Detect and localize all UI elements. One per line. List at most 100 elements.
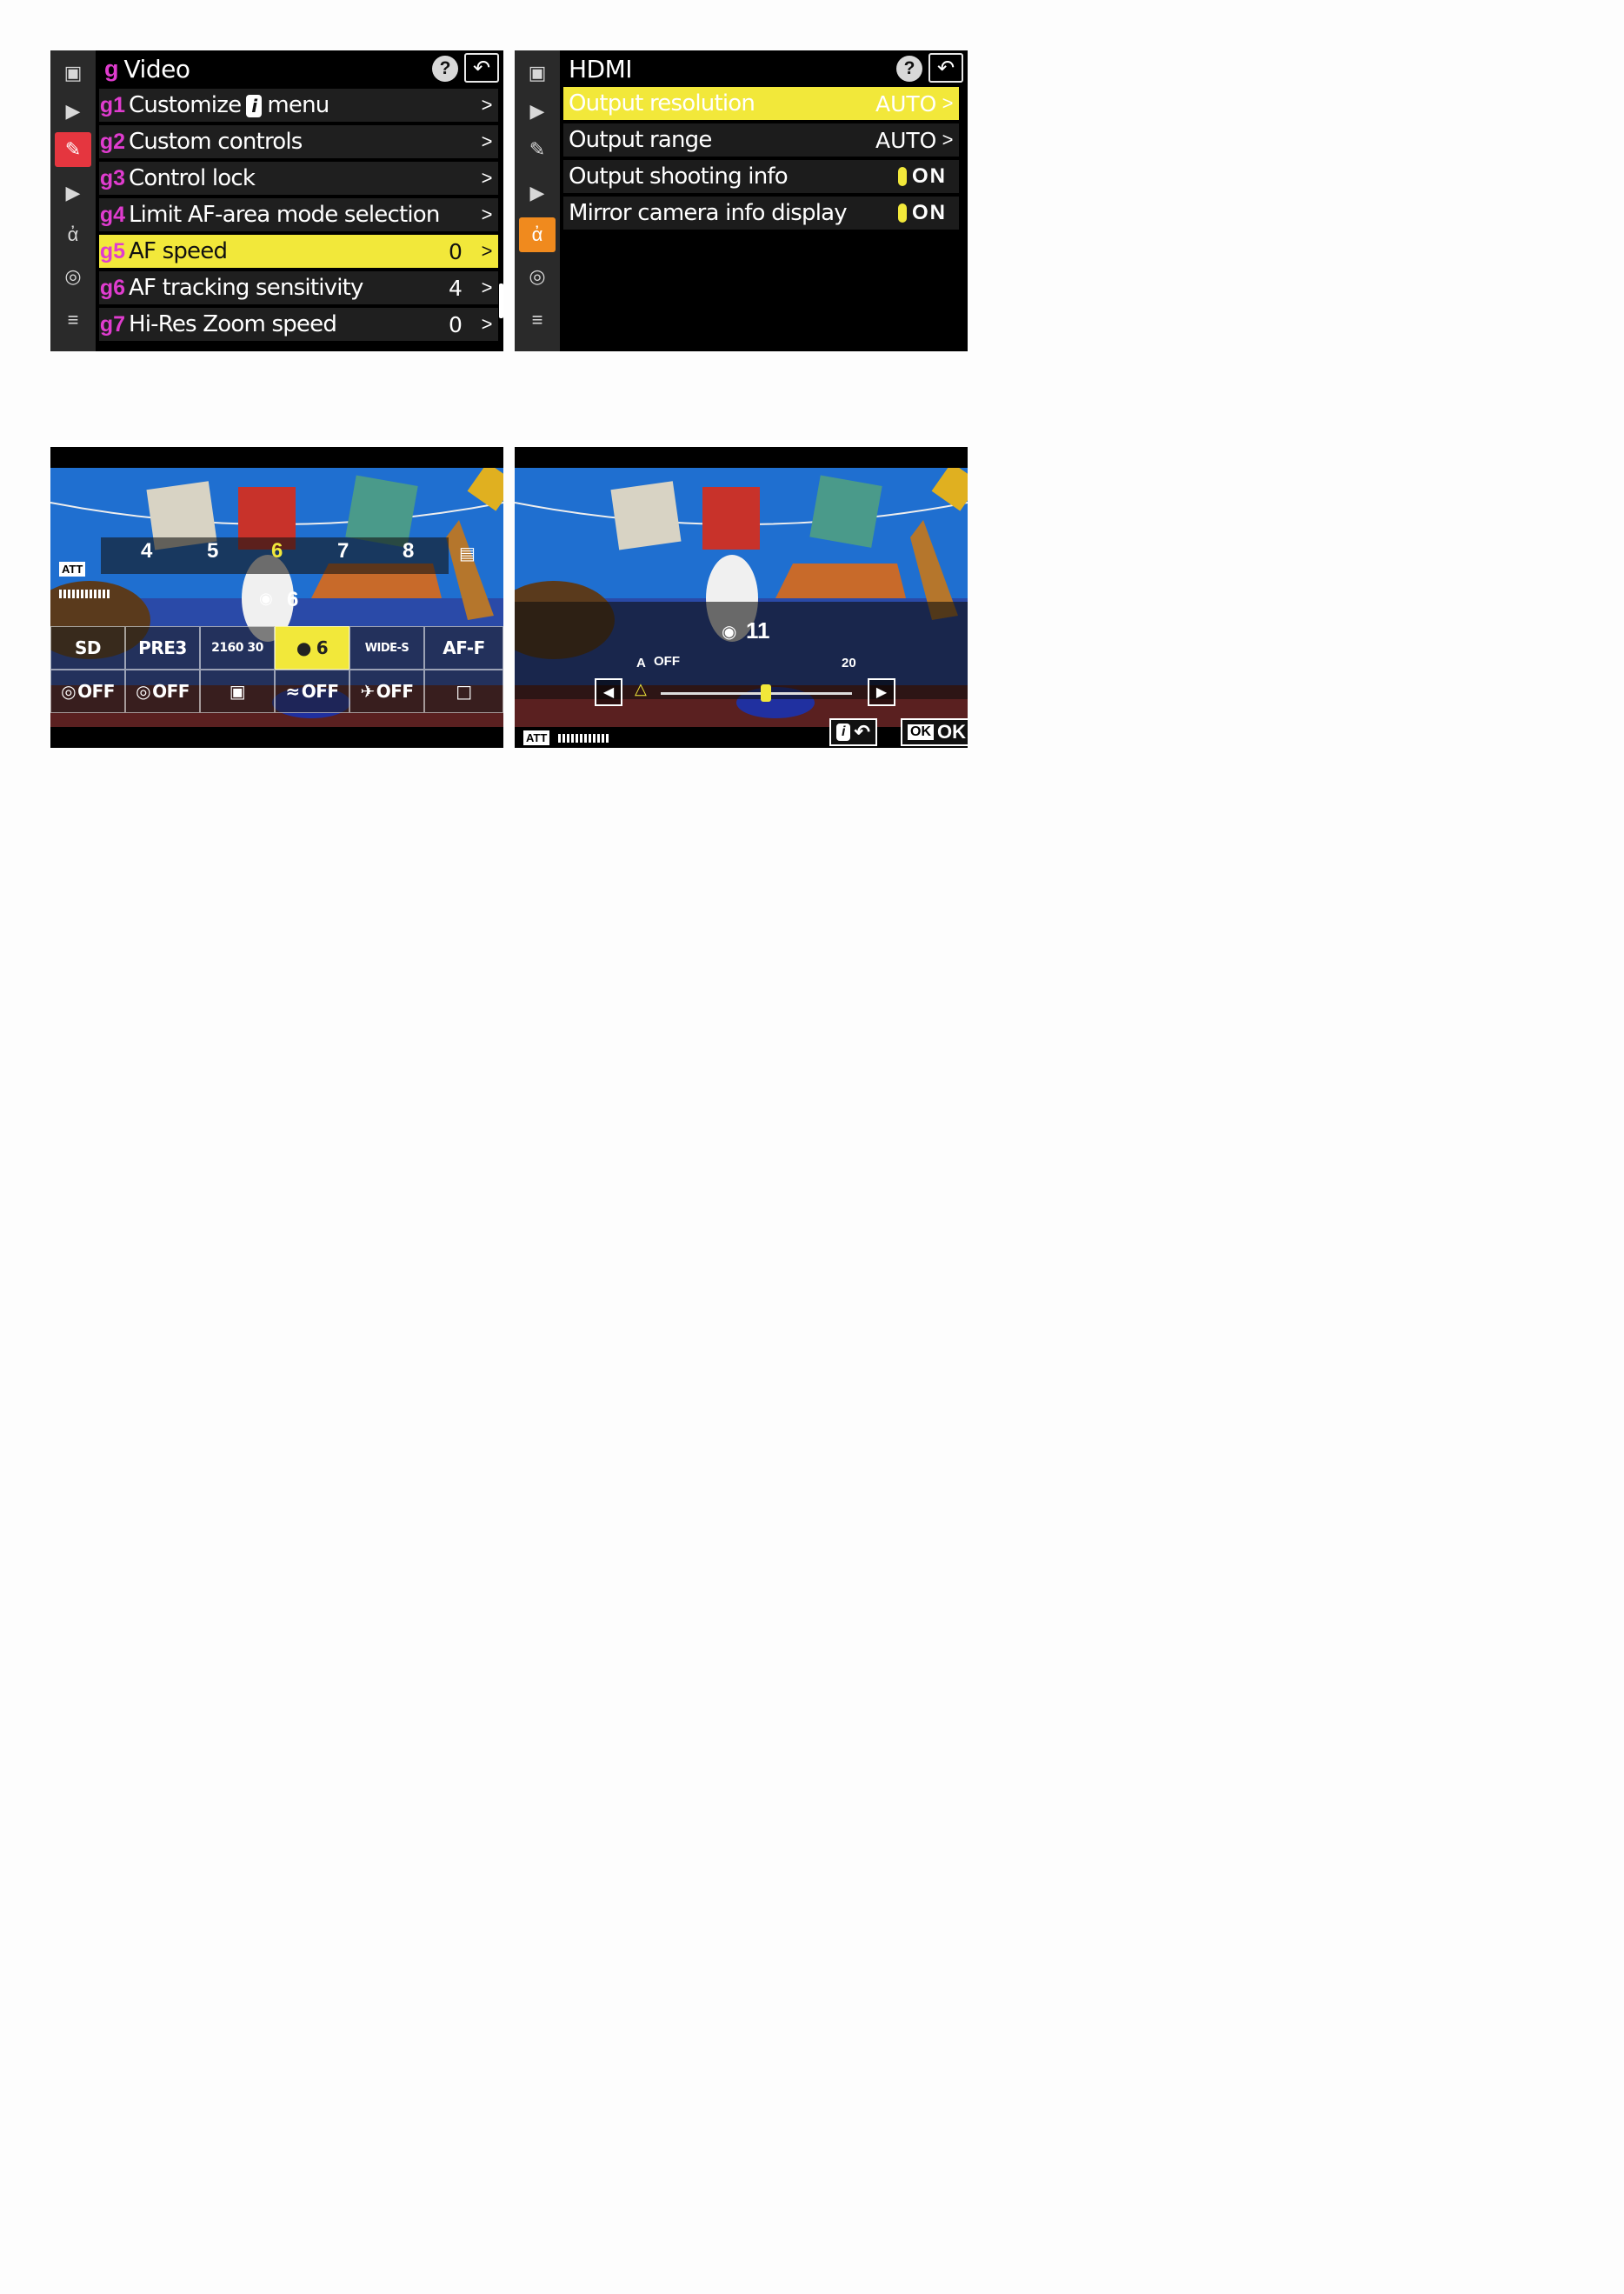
i-menu-focus-mode[interactable]: AF-F [424,626,503,670]
i-button-icon: i [836,724,851,741]
help-icon[interactable]: ? [432,56,458,82]
menu-item-label: Output range [569,127,712,153]
airplane-icon: ✈ [360,681,375,702]
menu-item-label: AF tracking sensitivity [129,275,363,301]
vr-icon: ◎ [61,681,77,702]
menu-item-value: 0 [449,238,463,264]
custom-settings-menu-icon[interactable]: ✎ [55,132,91,167]
on-status-badge: ON [898,201,959,225]
video-menu-panel: ▣ ▶ ✎ ▶ ἀ ◎ ≡ g Video ? ↶ g1 Customize i m… [50,50,503,351]
menu-item-limit-af-area[interactable]: g4 Limit AF-area mode selection > [99,198,498,233]
chevron-right-icon: > [942,129,954,150]
toggle-indicator-icon [898,203,907,223]
menu-item-code: g1 [99,92,125,117]
setup-menu-icon[interactable]: ἀ [519,217,556,252]
back-icon[interactable]: ↶ [464,53,499,83]
menu-item-label: Custom controls [129,129,303,155]
scale-value: 7 [337,539,349,563]
i-return-button[interactable]: i ↶ [829,718,877,746]
on-status-badge: ON [898,164,959,189]
chevron-right-icon: > [481,94,493,116]
i-menu-vibration-reduction[interactable]: ◎ OFF [50,670,125,713]
menu-item-customize-i-menu[interactable]: g1 Customize i menu > [99,89,498,123]
ok-button[interactable]: OK OK [901,718,968,746]
playback-menu-icon[interactable]: ▶ [519,176,556,210]
i-menu-view-assist[interactable]: □ [424,670,503,713]
chevron-right-icon: > [481,240,493,262]
menu-item-custom-controls[interactable]: g2 Custom controls > [99,125,498,160]
microphone-icon: ◉ [259,590,273,607]
i-menu-frame-size[interactable]: 2160 30 [200,626,275,670]
microphone-icon: ◉ [722,623,737,642]
menu-item-value: AUTO [875,127,937,153]
mic-sensitivity-overlay [515,602,968,699]
playback-menu-icon[interactable]: ▶ [55,176,91,210]
photo-shooting-menu-icon[interactable]: ▣ [519,56,556,90]
auto-icon: △ [635,680,647,697]
menu-item-af-tracking-sensitivity[interactable]: g6 AF tracking sensitivity 4 > [99,271,498,306]
menu-item-label: Output shooting info [569,163,789,190]
current-value: 6 [287,588,299,611]
scale-value: 5 [207,539,219,563]
scrollbar[interactable] [499,283,503,318]
video-recording-menu-icon[interactable]: ▶ [55,94,91,129]
network-menu-icon[interactable]: ◎ [55,259,91,294]
menu-item-control-lock[interactable]: g3 Control lock > [99,162,498,197]
menu-item-label: Output resolution [569,90,755,117]
i-menu-picture-control[interactable]: PRE3 [125,626,200,670]
live-view-i-menu-panel: 4 5 6 7 8 ▤ ◉ 6 ATT SD PRE3 2160 30 ● 6 W… [50,447,503,748]
toggle-indicator-icon [898,167,907,186]
i-menu-image-area[interactable]: SD [50,626,125,670]
my-menu-icon[interactable]: ≡ [55,303,91,337]
back-icon[interactable]: ↶ [928,53,963,83]
max-label: 20 [842,656,856,670]
slider-knob[interactable] [761,684,771,702]
e-vr-icon: ◎ [136,681,151,702]
i-menu-metering[interactable]: ▣ [200,670,275,713]
my-menu-icon[interactable]: ≡ [519,303,556,337]
menu-item-label: Limit AF-area mode selection [129,202,440,228]
chevron-right-icon: > [481,277,493,298]
live-view-mic-slider-panel: ◉ 11 A OFF 20 ◀ ▶ △ ATT i ↶ OK OK [515,447,968,748]
menu-item-af-speed[interactable]: g5 AF speed 0 > [99,235,498,270]
menu-item-label: Customize i menu [129,92,329,118]
i-menu-airplane-mode[interactable]: ✈ OFF [349,670,424,713]
mic-sensitivity-value: 11 [746,617,770,644]
menu-item-value: 0 [449,311,463,337]
menu-item-label: Hi-Res Zoom speed [129,311,337,337]
hdmi-menu-panel: ▣ ▶ ✎ ▶ ἀ ◎ ≡ HDMI ? ↶ Output resolution… [515,50,968,351]
menu-item-output-resolution[interactable]: Output resolution AUTO > [563,87,959,122]
i-button-icon: i [246,95,263,117]
menu-item-output-shooting-info[interactable]: Output shooting info ON [563,160,959,195]
scale-value-selected: 6 [271,539,283,563]
menu-item-label: Control lock [129,165,256,191]
i-menu-electronic-vr[interactable]: ◎ OFF [125,670,200,713]
network-menu-icon[interactable]: ◎ [519,259,556,294]
slider-left-button[interactable]: ◀ [595,678,622,706]
chevron-right-icon: > [481,130,493,152]
metering-icon: ▣ [229,681,246,702]
menu-item-code: g3 [99,165,125,190]
menu-item-code: g5 [99,238,125,263]
setup-menu-icon[interactable]: ἀ [55,217,91,252]
custom-settings-menu-icon[interactable]: ✎ [519,132,556,167]
chevron-right-icon: > [481,167,493,189]
menu-item-output-range[interactable]: Output range AUTO > [563,123,959,158]
menu-item-code: g2 [99,129,125,154]
i-menu-mic-sensitivity[interactable]: ● 6 [275,626,349,670]
help-icon[interactable]: ? [896,56,922,82]
view-assist-icon: □ [456,681,472,702]
i-menu-grid: SD PRE3 2160 30 ● 6 WIDE-S AF-F ◎ OFF ◎ OFF… [50,626,503,717]
menu-item-hi-res-zoom-speed[interactable]: g7 Hi-Res Zoom speed 0 > [99,308,498,343]
slider-track[interactable] [661,684,852,702]
menu-item-code: g4 [99,202,125,227]
i-menu-wind-noise[interactable]: ≈ OFF [275,670,349,713]
i-menu-af-area[interactable]: WIDE-S [349,626,424,670]
photo-shooting-menu-icon[interactable]: ▣ [55,56,91,90]
microphone-icon: ● [296,637,311,658]
off-label: OFF [654,654,680,669]
menu-item-mirror-camera-info[interactable]: Mirror camera info display ON [563,197,959,231]
video-recording-menu-icon[interactable]: ▶ [519,94,556,129]
auto-label: A [636,656,646,670]
slider-right-button[interactable]: ▶ [868,678,895,706]
